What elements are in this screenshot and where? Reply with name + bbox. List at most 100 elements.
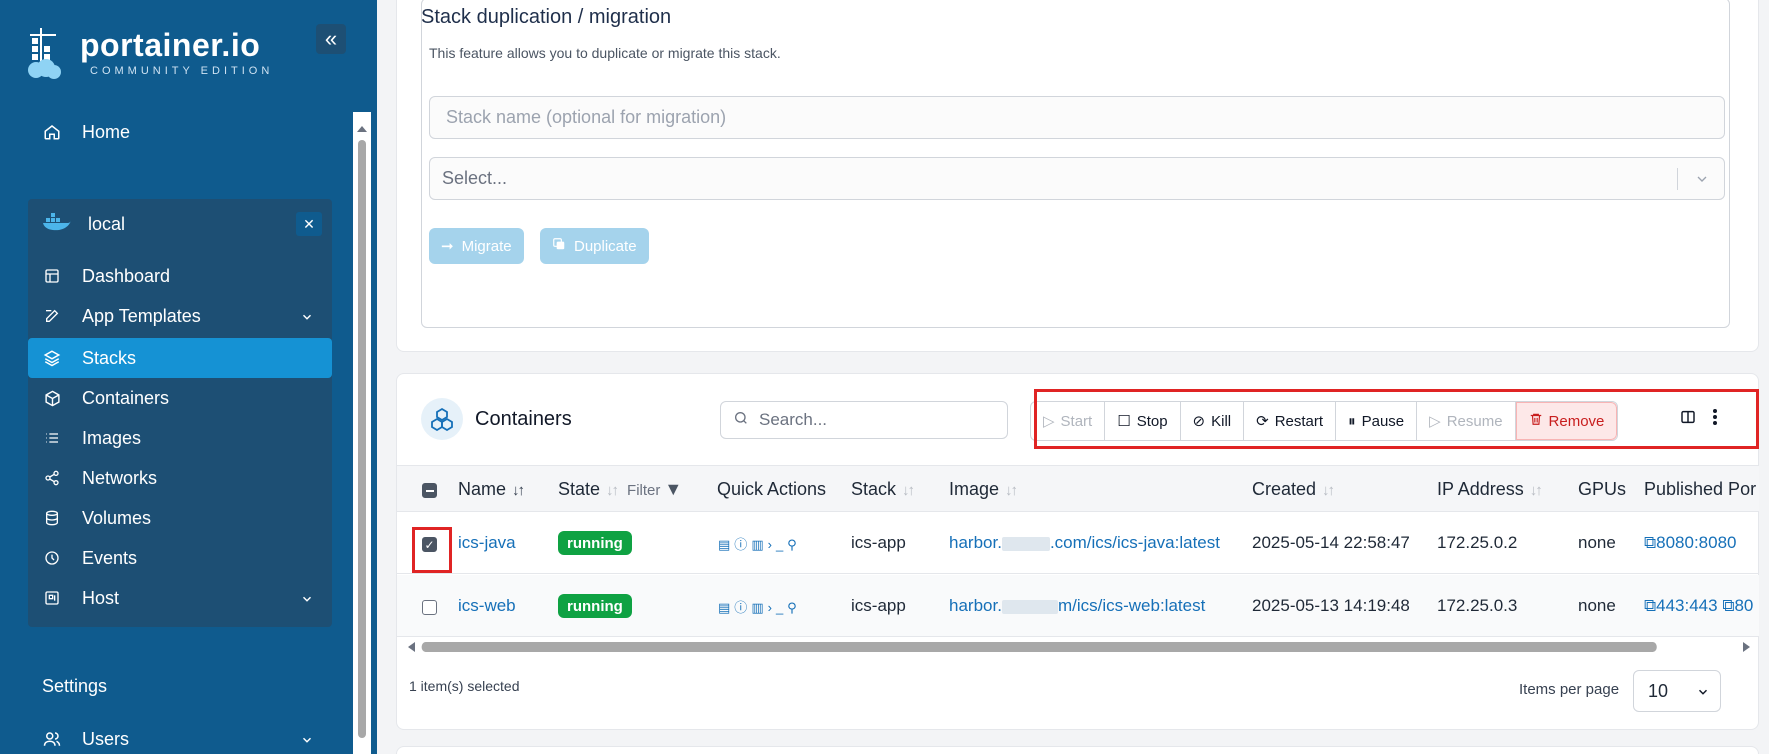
column-state[interactable]: State ↓↑ Filter ▼	[558, 479, 682, 500]
sidebar-item-stacks[interactable]: Stacks	[28, 338, 332, 378]
duplicate-label: Duplicate	[574, 237, 637, 255]
items-per-page-select[interactable]: 10	[1633, 670, 1721, 712]
cpu-icon	[42, 588, 62, 608]
port-link[interactable]: ⧉8080:8080	[1644, 533, 1737, 553]
stats-icon[interactable]: ▥	[751, 537, 767, 552]
sort-icon: ↓↑	[512, 482, 525, 499]
sort-icon: ↓↑	[1322, 482, 1335, 499]
brand[interactable]: portainer.io COMMUNITY EDITION	[26, 24, 273, 82]
sidebar-item-label: Home	[82, 121, 131, 142]
column-label: State	[558, 479, 601, 499]
column-stack[interactable]: Stack ↓↑	[851, 479, 915, 500]
port-label: 8080:8080	[1656, 533, 1737, 552]
database-icon	[42, 508, 62, 528]
console-icon[interactable]: ›_	[768, 537, 788, 552]
column-created[interactable]: Created ↓↑	[1252, 479, 1335, 500]
scroll-up-icon[interactable]	[357, 126, 367, 132]
copy-icon	[552, 237, 566, 255]
container-name-link[interactable]: ics-web	[458, 596, 516, 616]
next-card	[396, 746, 1759, 754]
column-name[interactable]: Name ↓↑	[458, 479, 525, 500]
ip-cell: 172.25.0.3	[1437, 596, 1518, 615]
table-horizontal-scrollbar[interactable]	[404, 638, 1754, 656]
created-cell: 2025-05-13 14:19:48	[1252, 596, 1410, 615]
status-badge: running	[558, 594, 632, 618]
checkbox-highlight-frame	[412, 527, 452, 573]
docker-icon	[42, 212, 71, 237]
sidebar-item-label: Events	[82, 547, 138, 568]
settings-heading: Settings	[42, 676, 108, 696]
column-label: Name	[458, 479, 507, 499]
column-gpus: GPUs	[1578, 479, 1627, 499]
sidebar-item-events[interactable]: Events	[28, 538, 332, 578]
sidebar-item-app-templates[interactable]: App Templates	[28, 296, 332, 336]
collapse-sidebar-button[interactable]: «	[316, 24, 346, 54]
sidebar-item-volumes[interactable]: Volumes	[28, 498, 332, 538]
redacted-block	[1001, 599, 1058, 614]
containers-title: Containers	[475, 408, 572, 430]
stack-cell: ics-app	[851, 596, 906, 615]
sidebar-item-containers[interactable]: Containers	[28, 378, 332, 418]
sidebar-item-label: App Templates	[82, 305, 201, 326]
sidebar-item-label: Host	[82, 587, 120, 608]
column-published-ports: Published Por	[1644, 479, 1757, 499]
stats-icon[interactable]: ▥	[751, 600, 767, 615]
port-link[interactable]: ⧉443:443 ⧉80	[1644, 596, 1753, 616]
items-per-page-value: 10	[1648, 680, 1669, 701]
sidebar-item-label: Volumes	[82, 507, 152, 528]
stack-name-input[interactable]: Stack name (optional for migration)	[429, 96, 1725, 139]
image-link[interactable]: harbor. .com/ics/ics-java:latest	[949, 533, 1220, 553]
image-prefix: harbor.	[949, 596, 1002, 615]
scrollbar-thumb[interactable]	[358, 140, 366, 738]
sidebar-item-users[interactable]: Users	[28, 719, 332, 754]
sidebar-item-host[interactable]: Host	[28, 578, 332, 618]
sidebar-item-images[interactable]: Images	[28, 418, 332, 458]
row-checkbox[interactable]	[422, 600, 437, 615]
sidebar-item-networks[interactable]: Networks	[28, 458, 332, 498]
migrate-button[interactable]: ➞ Migrate	[429, 228, 524, 264]
sidebar-item-home[interactable]: Home	[28, 112, 332, 152]
column-ip[interactable]: IP Address ↓↑	[1437, 479, 1543, 500]
close-environment-button[interactable]: ✕	[296, 212, 322, 236]
info-icon[interactable]: ⓘ	[734, 600, 751, 615]
info-icon[interactable]: ⓘ	[734, 537, 751, 552]
ip-cell: 172.25.0.2	[1437, 533, 1518, 552]
chevron-down-icon	[1694, 171, 1710, 192]
layers-icon	[42, 348, 62, 368]
created-cell: 2025-05-14 22:58:47	[1252, 533, 1410, 552]
filter-icon[interactable]: ▼	[664, 479, 682, 499]
quick-actions[interactable]: ▤ⓘ▥›_⚲	[718, 597, 801, 616]
container-name-link[interactable]: ics-java	[458, 533, 516, 553]
migrate-label: Migrate	[461, 237, 512, 255]
search-input[interactable]: Search...	[720, 401, 1008, 439]
sidebar-item-label: Users	[82, 728, 130, 749]
attach-icon[interactable]: ⚲	[787, 537, 801, 552]
image-prefix: harbor.	[949, 533, 1002, 552]
items-per-page-label: Items per page	[1519, 681, 1620, 698]
double-chevron-left-icon: «	[324, 26, 338, 51]
image-link[interactable]: harbor. m/ics/ics-web:latest	[949, 596, 1205, 616]
sort-icon: ↓↑	[1005, 482, 1018, 499]
duplicate-button[interactable]: Duplicate	[540, 228, 649, 264]
column-image[interactable]: Image ↓↑	[949, 479, 1018, 500]
sidebar-scrollbar[interactable]	[353, 112, 371, 754]
environment-header[interactable]: local	[28, 203, 332, 245]
gpus-cell: none	[1578, 533, 1616, 552]
sidebar-item-label: Images	[82, 427, 142, 448]
brand-edition: COMMUNITY EDITION	[90, 65, 274, 77]
logs-icon[interactable]: ▤	[718, 537, 734, 552]
select-placeholder: Select...	[442, 168, 508, 188]
console-icon[interactable]: ›_	[768, 600, 788, 615]
quick-actions[interactable]: ▤ⓘ▥›_⚲	[718, 534, 801, 553]
redacted-block	[1001, 536, 1050, 551]
sidebar-item-label: Networks	[82, 467, 158, 488]
sidebar-item-dashboard[interactable]: Dashboard	[28, 256, 332, 296]
environment-select[interactable]: Select...	[429, 157, 1725, 200]
logs-icon[interactable]: ▤	[718, 600, 734, 615]
share-icon	[42, 468, 62, 488]
filter-label[interactable]: Filter	[627, 482, 660, 499]
stack-cell: ics-app	[851, 533, 906, 552]
external-link-icon: ⧉	[1644, 596, 1657, 615]
select-all-checkbox[interactable]	[422, 483, 437, 498]
attach-icon[interactable]: ⚲	[787, 600, 801, 615]
